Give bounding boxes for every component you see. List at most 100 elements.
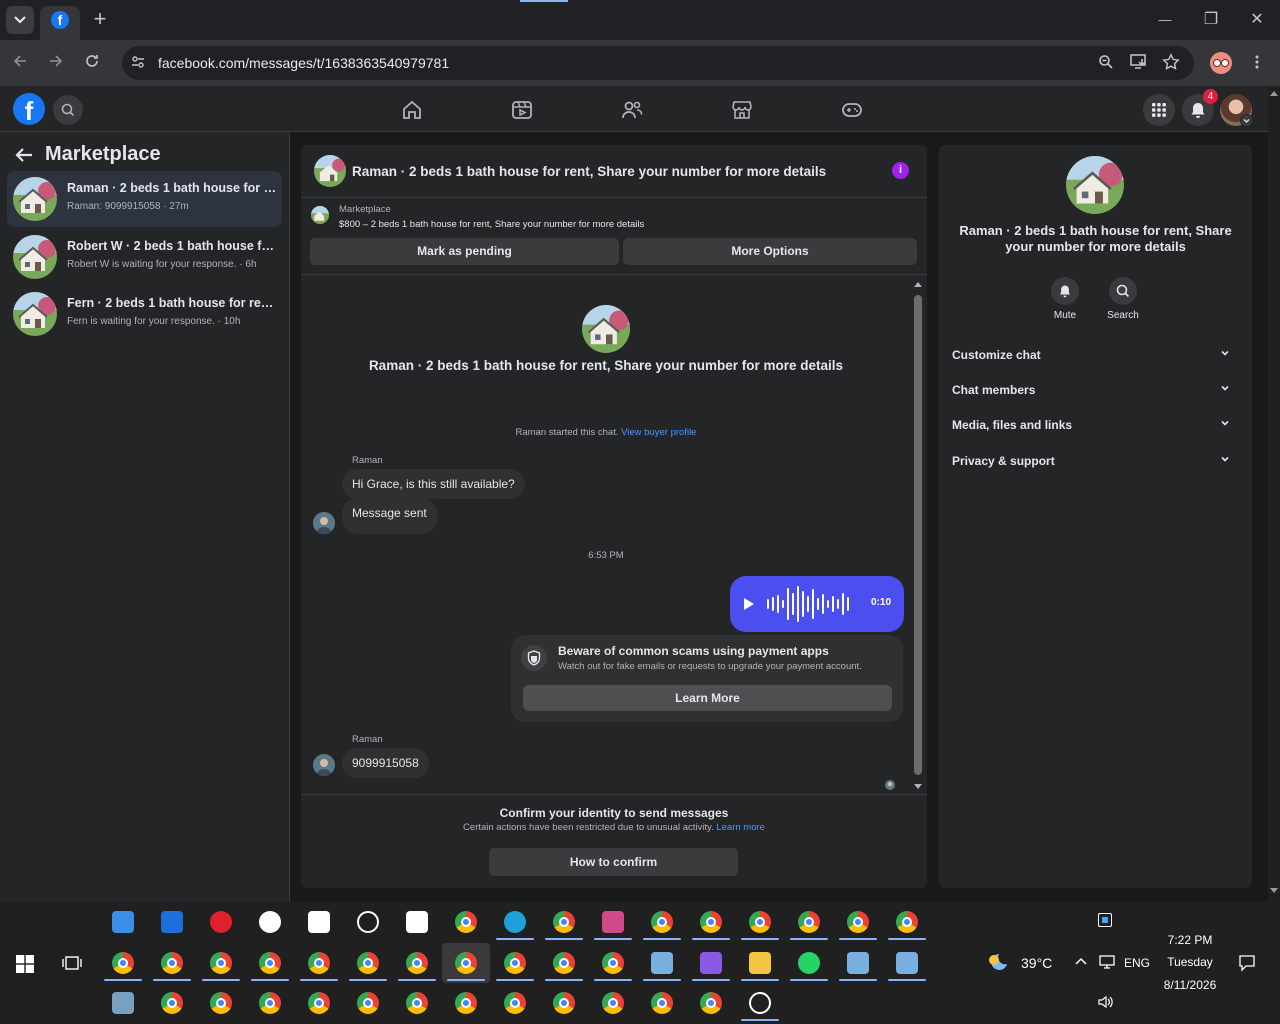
app-taskbar-icon[interactable]: [844, 949, 872, 977]
install-app-icon[interactable]: [1130, 54, 1148, 70]
conversation-item[interactable]: Fern · 2 beds 1 bath house for rent... F…: [7, 286, 282, 342]
chrome-taskbar-icon[interactable]: [442, 943, 490, 983]
gpt-taskbar-icon[interactable]: [256, 908, 284, 936]
chrome-taskbar-icon[interactable]: [403, 949, 431, 977]
forward-button[interactable]: [48, 53, 72, 73]
mute-button[interactable]: [1051, 277, 1079, 305]
friends-nav-button[interactable]: [620, 98, 644, 122]
chrome-taskbar-icon[interactable]: [207, 949, 235, 977]
windows-start-icon[interactable]: [16, 955, 34, 973]
message-scrollbar[interactable]: [912, 279, 924, 794]
chrome-taskbar-icon[interactable]: [550, 908, 578, 936]
weather-icon[interactable]: [985, 950, 1011, 974]
tab-search-button[interactable]: [6, 6, 34, 34]
chrome-taskbar-icon[interactable]: [550, 949, 578, 977]
learn-more-button[interactable]: Learn More: [523, 685, 892, 711]
chat-header-title[interactable]: Raman · 2 beds 1 bath house for rent, Sh…: [352, 164, 826, 179]
play-icon[interactable]: [743, 598, 755, 610]
chrome-taskbar-icon[interactable]: [697, 989, 725, 1017]
gear-taskbar-icon[interactable]: [354, 908, 382, 936]
snip-taskbar-icon[interactable]: [599, 908, 627, 936]
network-icon[interactable]: [1098, 954, 1116, 970]
audio-waveform-icon[interactable]: [766, 586, 856, 622]
scroll-up-icon[interactable]: [1270, 90, 1278, 96]
zoom-icon[interactable]: [1098, 54, 1114, 70]
chrome-taskbar-icon[interactable]: [893, 908, 921, 936]
chrome-taskbar-icon[interactable]: [648, 908, 676, 936]
cards-taskbar-icon[interactable]: [403, 908, 431, 936]
chrome-taskbar-icon[interactable]: [305, 989, 333, 1017]
chrome-taskbar-icon[interactable]: [452, 989, 480, 1017]
task-view-icon[interactable]: [62, 954, 82, 972]
scroll-down-icon[interactable]: [1270, 888, 1278, 894]
chrome-taskbar-icon[interactable]: [599, 989, 627, 1017]
store-taskbar-icon[interactable]: [109, 908, 137, 936]
whatsapp-taskbar-icon[interactable]: [795, 949, 823, 977]
site-info-icon[interactable]: [130, 54, 146, 70]
facebook-search-button[interactable]: [53, 95, 83, 125]
menu-grid-button[interactable]: [1143, 94, 1175, 126]
clock-day[interactable]: Tuesday: [1150, 955, 1230, 969]
search-conversation-button[interactable]: [1109, 277, 1137, 305]
chrome-taskbar-icon[interactable]: [207, 989, 235, 1017]
message-bubble[interactable]: Message sent: [342, 498, 437, 534]
media-files-links-section[interactable]: Media, files and links: [952, 418, 1242, 432]
chrome-taskbar-icon[interactable]: [648, 989, 676, 1017]
chat-members-section[interactable]: Chat members: [952, 383, 1242, 397]
volume-icon[interactable]: [1097, 994, 1115, 1010]
facebook-logo-icon[interactable]: f: [13, 93, 45, 126]
clock-time[interactable]: 7:22 PM: [1150, 933, 1230, 947]
message-bubble[interactable]: 9099915058: [342, 748, 429, 778]
privacy-support-section[interactable]: Privacy & support: [952, 454, 1242, 468]
how-to-confirm-button[interactable]: How to confirm: [489, 848, 738, 876]
language-indicator[interactable]: ENG: [1124, 956, 1150, 970]
account-chevron-icon[interactable]: [1240, 114, 1253, 127]
chrome-taskbar-icon[interactable]: [109, 949, 137, 977]
app-taskbar-icon[interactable]: [893, 949, 921, 977]
sender-avatar[interactable]: [313, 754, 335, 776]
chrome-taskbar-icon[interactable]: [501, 949, 529, 977]
chrome-taskbar-icon[interactable]: [354, 949, 382, 977]
minimize-button[interactable]: —: [1150, 8, 1180, 32]
chrome-taskbar-icon[interactable]: [452, 908, 480, 936]
home-nav-button[interactable]: [400, 98, 424, 122]
chrome-taskbar-icon[interactable]: [795, 908, 823, 936]
voice-message-bubble[interactable]: 0:10: [730, 576, 904, 632]
folder-taskbar-icon[interactable]: [746, 949, 774, 977]
new-tab-button[interactable]: +: [88, 8, 112, 32]
clock-date[interactable]: 8/11/2026: [1150, 978, 1230, 992]
view-buyer-profile-link[interactable]: View buyer profile: [621, 427, 696, 438]
weather-temp[interactable]: 39°C: [1021, 955, 1052, 971]
back-arrow-icon[interactable]: [14, 146, 34, 164]
info-icon[interactable]: i: [892, 162, 909, 179]
chrome-taskbar-icon[interactable]: [599, 949, 627, 977]
bookmark-star-icon[interactable]: [1162, 53, 1180, 71]
chat-header-thumbnail[interactable]: [314, 155, 346, 187]
marketplace-nav-button[interactable]: [730, 98, 754, 122]
scroll-down-icon[interactable]: [914, 784, 922, 790]
chrome-taskbar-icon[interactable]: [501, 989, 529, 1017]
back-button[interactable]: [12, 53, 36, 73]
customize-chat-section[interactable]: Customize chat: [952, 348, 1242, 362]
page-scrollbar[interactable]: [1268, 86, 1280, 902]
scrollbar-thumb[interactable]: [914, 295, 922, 775]
chrome-taskbar-icon[interactable]: [305, 949, 333, 977]
mark-pending-button[interactable]: Mark as pending: [310, 238, 619, 265]
remote-taskbar-icon[interactable]: [158, 908, 186, 936]
url-text[interactable]: facebook.com/messages/t/1638363540979781: [158, 55, 449, 71]
tray-app-icon[interactable]: [1098, 913, 1112, 927]
chrome-taskbar-icon[interactable]: [550, 989, 578, 1017]
conversation-item[interactable]: Raman · 2 beds 1 bath house for re... Ra…: [7, 171, 282, 227]
edge-taskbar-icon[interactable]: [501, 908, 529, 936]
chrome-taskbar-icon[interactable]: [256, 989, 284, 1017]
video-nav-button[interactable]: [510, 98, 534, 122]
notification-center-icon[interactable]: [1238, 954, 1256, 972]
chrome-taskbar-icon[interactable]: [354, 989, 382, 1017]
record-taskbar-icon[interactable]: [746, 989, 774, 1017]
profile-avatar-icon[interactable]: [1210, 52, 1232, 74]
chrome-taskbar-icon[interactable]: [697, 908, 725, 936]
chrome-taskbar-icon[interactable]: [158, 949, 186, 977]
chrome-taskbar-icon[interactable]: [746, 908, 774, 936]
opera-taskbar-icon[interactable]: [207, 908, 235, 936]
confirm-learn-more-link[interactable]: Learn more: [716, 822, 765, 833]
